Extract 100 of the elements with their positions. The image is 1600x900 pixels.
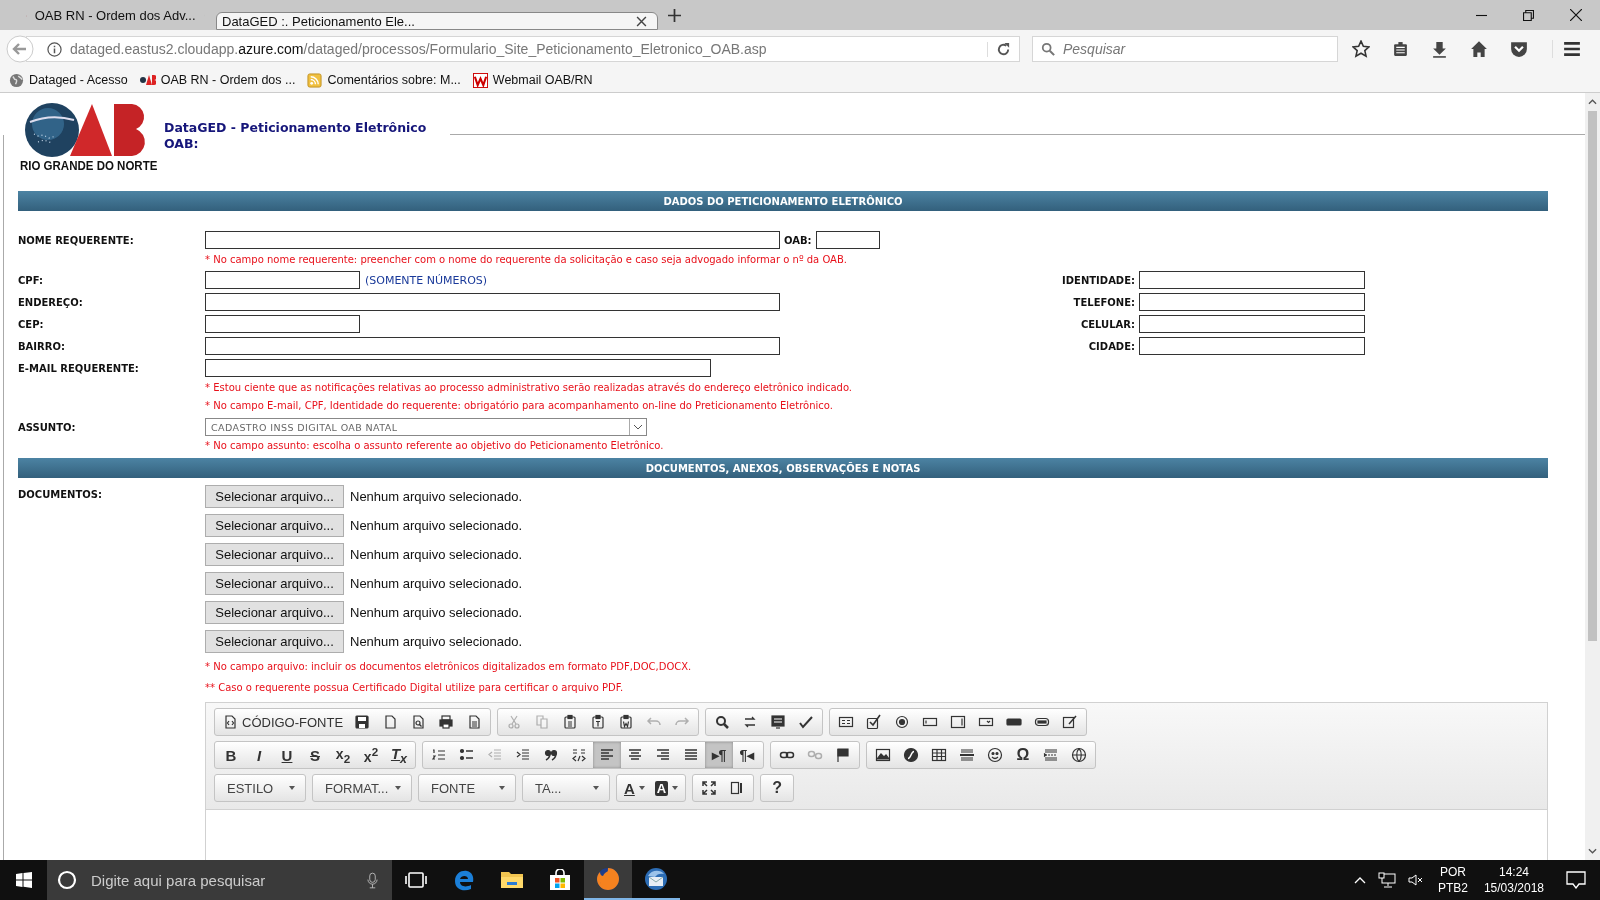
city-input[interactable]: [1139, 337, 1365, 355]
section-header: DOCUMENTOS, ANEXOS, OBSERVAÇÕES E NOTAS: [18, 458, 1548, 478]
close-icon[interactable]: [1570, 9, 1582, 21]
caret-icon: [638, 786, 645, 790]
copy-icon: [534, 714, 551, 730]
mobile-input[interactable]: [1139, 315, 1365, 333]
field-note: ** Caso o requerente possua Certificado Digital utilize para certificar o arquivo PDF.: [205, 681, 625, 695]
scroll-down-icon[interactable]: [1588, 848, 1597, 854]
bgcolor-button[interactable]: A: [649, 775, 684, 801]
search-field[interactable]: Pesquisar: [1032, 36, 1338, 62]
cep-input[interactable]: [205, 315, 360, 333]
caret-icon: [593, 786, 599, 790]
removeformat-button[interactable]: T$_{x}$: [385, 742, 413, 768]
file-status: Nenhum arquivo selecionado.: [350, 547, 522, 562]
browser-tab[interactable]: OAB RN - Ordem dos Adv...: [14, 1, 214, 30]
input-language-indicator[interactable]: POR PTB2: [1437, 864, 1468, 896]
source-button[interactable]: CÓDIGO-FONTE: [217, 709, 349, 735]
file-select-button[interactable]: Selecionar arquivo...: [205, 630, 344, 653]
notification-icon[interactable]: [1566, 871, 1586, 889]
pocket-icon[interactable]: [1510, 40, 1528, 58]
file-select-button[interactable]: Selecionar arquivo...: [205, 543, 344, 566]
district-input[interactable]: [205, 337, 780, 355]
microphone-icon[interactable]: [367, 871, 378, 889]
star-icon[interactable]: [1352, 40, 1370, 58]
download-icon[interactable]: [1431, 40, 1448, 58]
bookmark-item[interactable]: Webmail OAB/RN: [472, 72, 593, 88]
rtl-button[interactable]: ¶◂: [733, 742, 761, 768]
field-label: CPF:: [18, 274, 44, 286]
menu-icon[interactable]: [1552, 40, 1581, 58]
align-left-icon: [599, 747, 615, 763]
address-input[interactable]: [205, 293, 780, 311]
combo-button[interactable]: FONTE: [421, 775, 513, 801]
italic-button[interactable]: I: [245, 742, 273, 768]
superscript-button[interactable]: x$^{2}$: [357, 742, 385, 768]
cpf-input[interactable]: [205, 271, 360, 289]
combo-button[interactable]: FORMAT...: [315, 775, 409, 801]
file-status: Nenhum arquivo selecionado.: [350, 518, 522, 533]
file-select-button[interactable]: Selecionar arquivo...: [205, 514, 344, 537]
scrollbar[interactable]: [1585, 93, 1600, 860]
new-tab-icon[interactable]: [668, 9, 681, 22]
file-status: Nenhum arquivo selecionado.: [350, 605, 522, 620]
combo-button[interactable]: TA...: [525, 775, 607, 801]
subject-dropdown[interactable]: CADASTRO INSS DIGITAL OAB NATAL: [205, 418, 647, 436]
document-icon: [466, 714, 483, 730]
field-note: * No campo arquivo: incluir os documentos eletrônicos digitalizados em formato PDF,DOC,DOCX.: [205, 660, 693, 674]
search-input[interactable]: Digite aqui para pesquisar: [89, 860, 355, 900]
name-input[interactable]: [205, 231, 780, 249]
task-view-icon: [405, 872, 427, 888]
clipboard-icon: [590, 714, 607, 730]
field-label: IDENTIDADE:: [1061, 274, 1136, 286]
scroll-up-icon[interactable]: [1588, 99, 1597, 105]
alignleft-button[interactable]: [593, 742, 621, 768]
field-note: * Estou ciente que as notificações relativas ao processo administrativo serão realizadas através do endereço eletrônico indicado.: [204, 381, 854, 395]
file-select-button[interactable]: Selecionar arquivo...: [205, 601, 344, 624]
file-select-button[interactable]: Selecionar arquivo...: [205, 485, 344, 508]
subscript-button[interactable]: x$_{2}$: [329, 742, 357, 768]
reload-icon[interactable]: [987, 41, 1011, 57]
page-title: DataGED - Peticionamento Eletrônico: [164, 120, 427, 136]
combo-button[interactable]: ESTILO: [217, 775, 303, 801]
clock[interactable]: 14:24 15/03/2018: [1483, 864, 1544, 896]
field-hint: (SOMENTE NÚMEROS): [365, 273, 488, 287]
specialchar-button[interactable]: Ω: [1009, 742, 1037, 768]
restore-icon[interactable]: [1523, 10, 1534, 21]
bulleted-list-icon: [459, 747, 475, 763]
network-icon[interactable]: [1377, 872, 1396, 888]
about-button[interactable]: ?: [763, 775, 792, 801]
search-input[interactable]: Pesquisar: [1061, 37, 1337, 61]
email-input[interactable]: [205, 359, 711, 377]
home-icon[interactable]: [1470, 40, 1488, 58]
underline-button[interactable]: U: [273, 742, 301, 768]
browser-tab[interactable]: DataGED :. Peticionamento Ele...: [216, 12, 658, 30]
url-text: dataged.eastus2.cloudapp.azure.com/dataged/processos/Formulario_Site_Peticionamento_Eletronico_OAB.asp: [70, 41, 767, 57]
caret-icon: [672, 786, 679, 790]
reading-list-icon[interactable]: [1392, 40, 1409, 58]
identity-input[interactable]: [1139, 271, 1365, 289]
textcolor-button[interactable]: A: [619, 775, 650, 801]
close-icon[interactable]: [636, 15, 647, 27]
page-subtitle: OAB:: [164, 136, 200, 152]
bookmark-item[interactable]: Dataged - Acesso: [9, 72, 128, 88]
field-label: CEP:: [18, 318, 45, 330]
field-label: ENDEREÇO:: [18, 296, 84, 308]
file-select-button[interactable]: Selecionar arquivo...: [205, 572, 344, 595]
speaker-muted-icon[interactable]: [1407, 873, 1424, 887]
chevron-up-icon[interactable]: [1353, 876, 1366, 884]
clipboard-icon: [618, 714, 635, 730]
taskbar-search-field[interactable]: Digite aqui para pesquisar: [47, 860, 392, 900]
align-center-icon: [627, 747, 643, 763]
outdent-icon: [487, 747, 503, 763]
bookmark-item[interactable]: Comentários sobre: M...: [307, 72, 461, 88]
phone-input[interactable]: [1139, 293, 1365, 311]
field-label: OAB:: [784, 234, 812, 246]
scroll-thumb[interactable]: [1588, 111, 1597, 641]
ltr-button[interactable]: ▸¶: [705, 742, 733, 768]
globe-icon: [1071, 747, 1087, 763]
oab-input[interactable]: [815, 231, 880, 249]
strike-button[interactable]: S: [301, 742, 329, 768]
bold-button[interactable]: B: [217, 742, 245, 768]
address-bar[interactable]: dataged.eastus2.cloudapp.azure.com/dataged/processos/Formulario_Site_Peticionamento_Eletronico_OAB.asp: [26, 36, 1020, 62]
field-label: DOCUMENTOS:: [18, 488, 103, 502]
field-note: * No campo E-mail, CPF, Identidade do requerente: obrigatório para acompanhamento on-line do Preticionamento Eletrônico.: [204, 399, 834, 413]
